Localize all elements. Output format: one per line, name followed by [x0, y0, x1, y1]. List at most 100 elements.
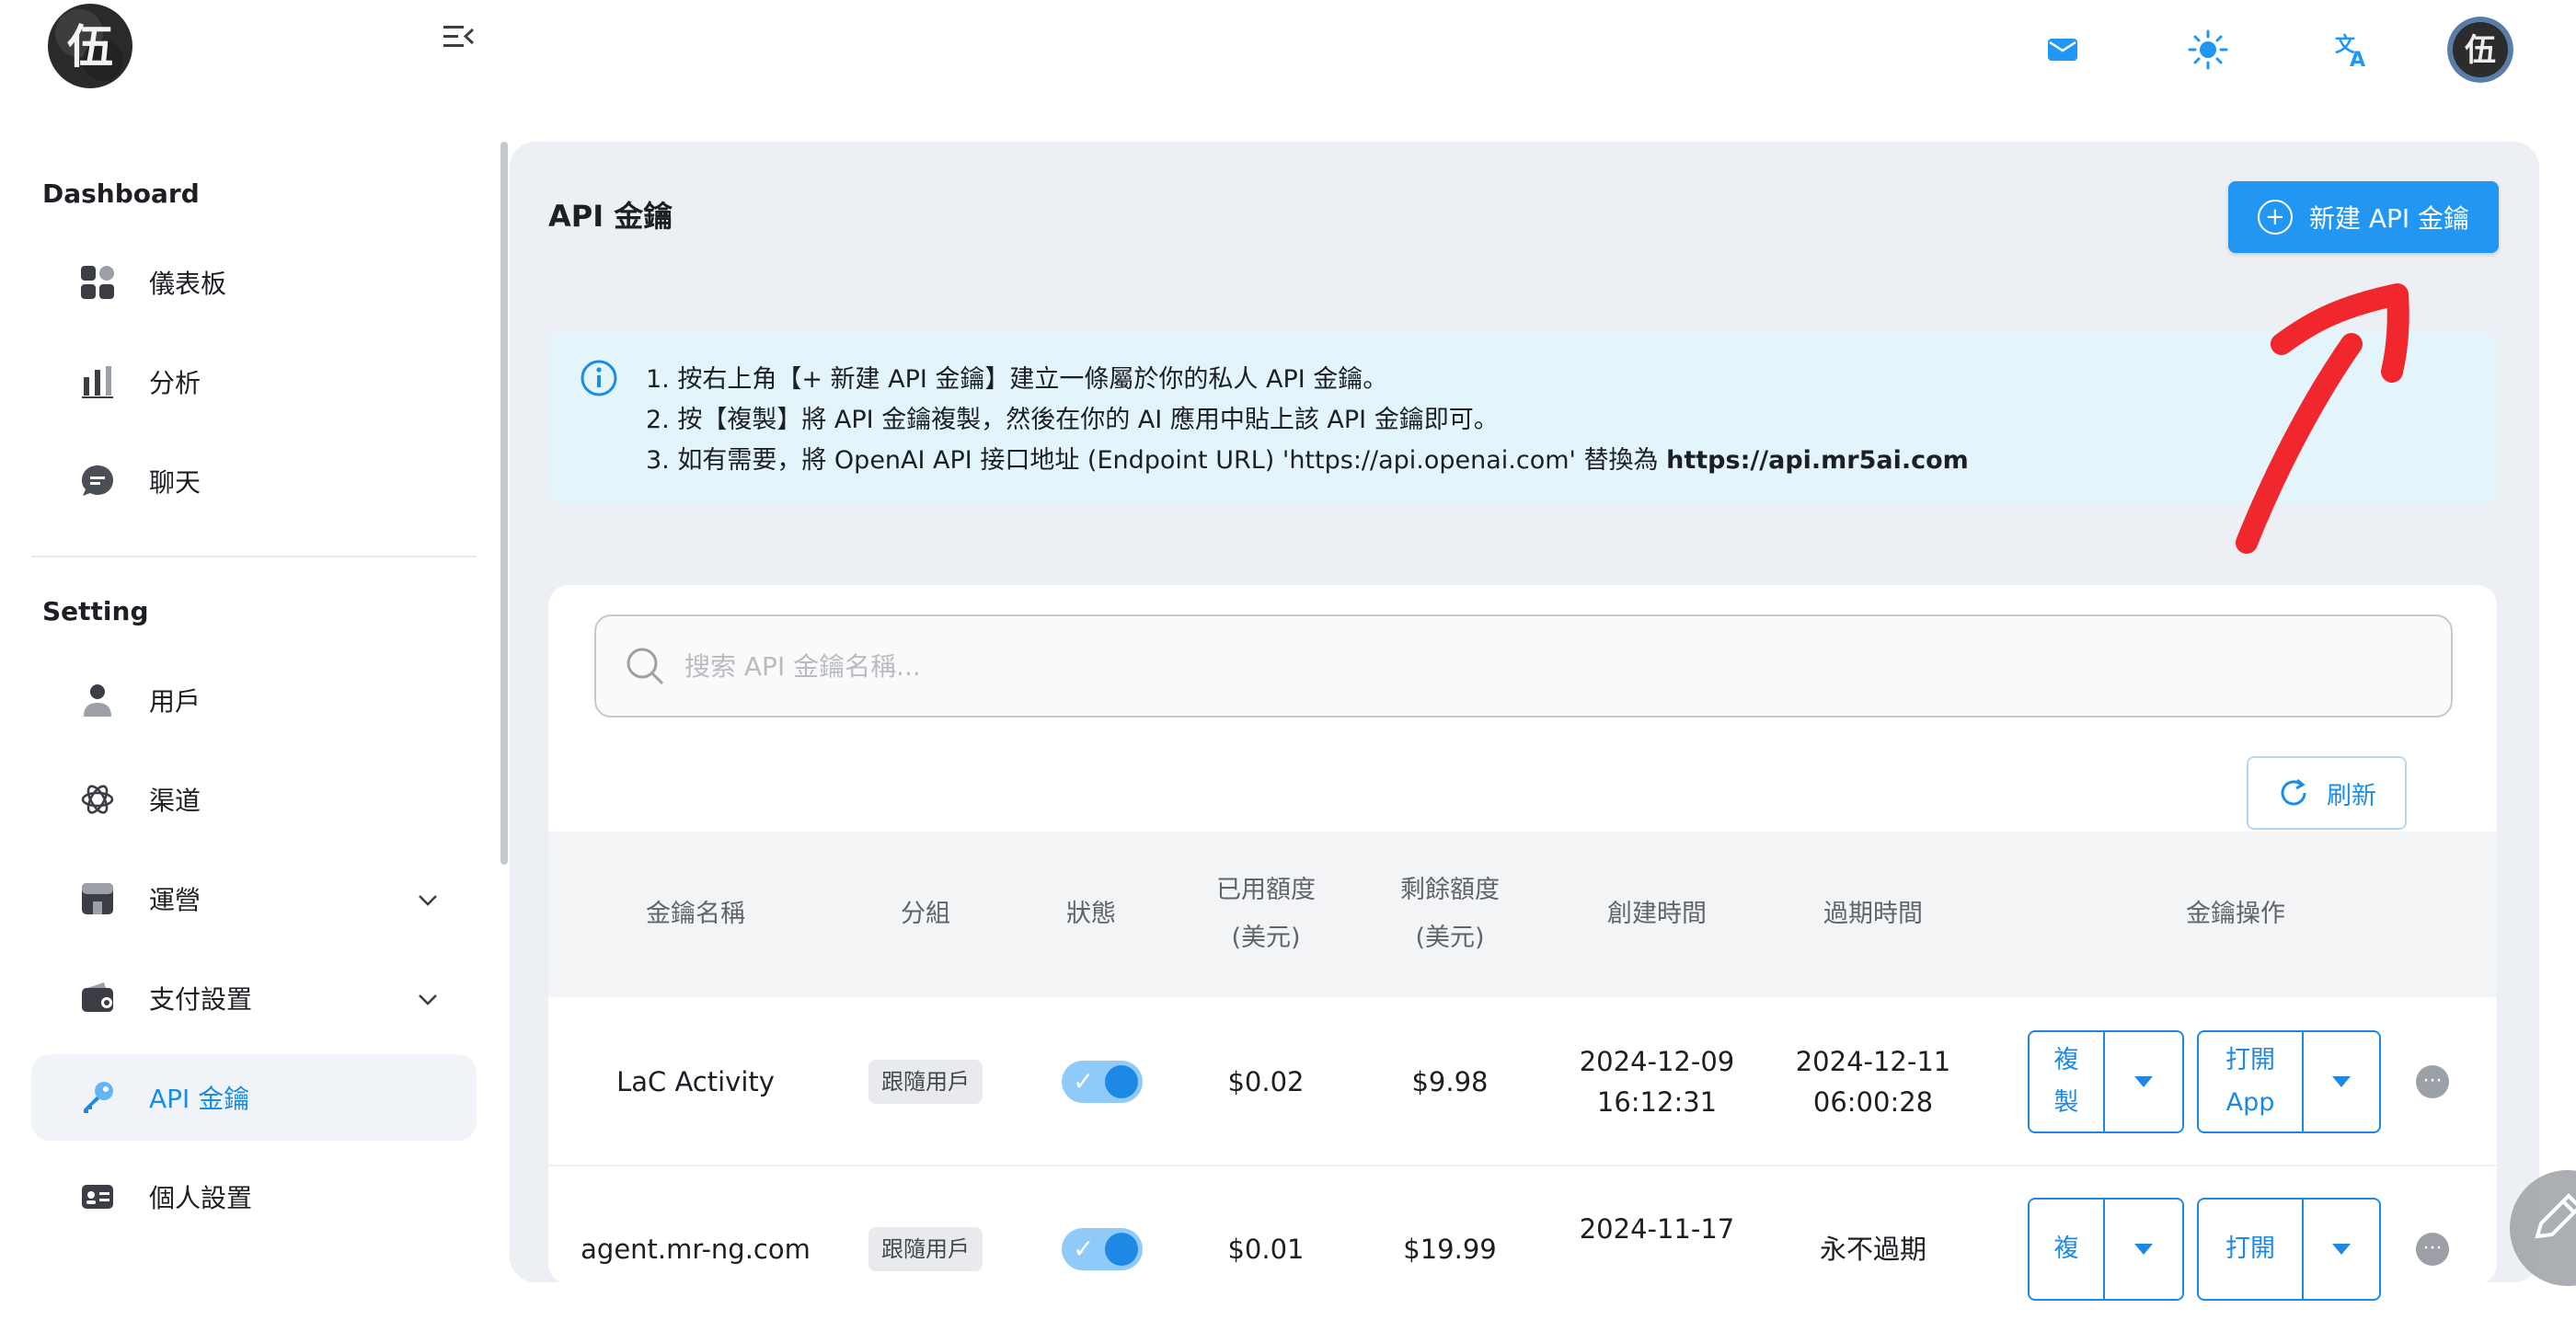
col-group[interactable]: 分組 [843, 890, 1008, 938]
pencil-icon [2535, 1193, 2576, 1239]
search-box[interactable] [594, 614, 2453, 718]
user-icon [79, 682, 116, 718]
col-created-time[interactable]: 創建時間 [1542, 890, 1772, 938]
new-api-key-button[interactable]: + 新建 API 金鑰 [2228, 181, 2499, 253]
sidebar-item-channels[interactable]: 渠道 [31, 756, 477, 843]
info-line-2: 2. 按【複製】將 API 金鑰複製，然後在你的 AI 應用中貼上該 API 金… [646, 406, 1499, 434]
used-quota: $0.02 [1227, 1066, 1305, 1097]
copy-button[interactable]: 複 製 [2030, 1032, 2103, 1131]
table-row: agent.mr-ng.com 跟隨用戶 ✓ $0.01 $19.99 2024… [548, 1166, 2497, 1332]
col-used-quota[interactable]: 已用額度 (美元) [1174, 867, 1358, 962]
info-icon [580, 359, 618, 397]
copy-dropdown-button[interactable] [2103, 1032, 2182, 1131]
toggle-knob [1105, 1233, 1138, 1266]
refresh-button[interactable]: 刷新 [2247, 756, 2407, 830]
open-label-2: App [2225, 1088, 2275, 1117]
translate-icon[interactable]: 文 A [2322, 20, 2381, 79]
endpoint-url: https://api.mr5ai.com [1666, 446, 1969, 475]
check-icon: ✓ [1073, 1066, 1095, 1097]
col-remaining-quota-label: 剩餘額度 [1400, 876, 1500, 904]
info-line-3-text: 3. 如有需要，將 OpenAI API 接口地址 (Endpoint URL)… [646, 446, 1667, 475]
col-remaining-quota-unit: (美元) [1415, 924, 1485, 952]
avatar[interactable]: 伍 [2447, 17, 2513, 83]
expire-date: 2024-12-11 [1795, 1046, 1951, 1077]
logo-char: 伍 [67, 19, 113, 74]
status-toggle[interactable]: ✓ [1062, 1228, 1143, 1270]
copy-label-2: 製 [2053, 1088, 2079, 1117]
copy-label-1: 複 [2053, 1046, 2079, 1074]
expire-time: 2024-12-11 06:00:28 [1772, 1041, 1974, 1122]
open-app-split-button: 打開 [2197, 1198, 2381, 1301]
sun-icon[interactable] [2179, 20, 2237, 79]
copy-button[interactable]: 複 [2030, 1200, 2103, 1299]
caret-down-icon [2332, 1076, 2351, 1087]
sidebar-item-analytics[interactable]: 分析 [31, 339, 477, 425]
open-label-1: 打開 [2225, 1234, 2275, 1263]
sidebar-item-chat[interactable]: 聊天 [31, 438, 477, 524]
sidebar-item-users[interactable]: 用戶 [31, 657, 477, 743]
col-key-actions: 金鑰操作 [2186, 900, 2285, 928]
created-time: 2024-12-09 16:12:31 [1542, 1041, 1772, 1122]
copy-label-1: 複 [2053, 1234, 2079, 1263]
mail-icon[interactable] [2033, 20, 2092, 79]
remaining-quota: $19.99 [1403, 1234, 1497, 1265]
sidebar-item-label: 運營 [149, 885, 201, 915]
key-icon [79, 1079, 116, 1116]
col-remaining-quota[interactable]: 剩餘額度 (美元) [1358, 867, 1542, 962]
caret-down-icon [2134, 1244, 2153, 1255]
sidebar-item-operations[interactable]: 運營 [31, 855, 477, 942]
key-name: agent.mr-ng.com [581, 1234, 811, 1265]
open-app-button[interactable]: 打開 App [2199, 1032, 2302, 1131]
created-date: 2024-12-09 [1579, 1046, 1735, 1077]
group-tag: 跟隨用戶 [868, 1060, 983, 1104]
created-time: 2024-11-17 [1542, 1209, 1772, 1249]
open-label-1: 打開 [2225, 1046, 2275, 1074]
sidebar-item-api-keys[interactable]: API 金鑰 [31, 1054, 477, 1141]
open-app-split-button: 打開 App [2197, 1030, 2381, 1133]
remaining-quota: $9.98 [1411, 1066, 1489, 1097]
sidebar-item-label: 用戶 [149, 686, 201, 717]
col-used-quota-label: 已用額度 [1216, 876, 1316, 904]
open-app-dropdown-button[interactable] [2302, 1032, 2379, 1131]
open-app-button[interactable]: 打開 [2199, 1200, 2302, 1299]
openai-icon [79, 781, 116, 818]
refresh-label: 刷新 [2327, 781, 2376, 810]
col-status[interactable]: 狀態 [1008, 890, 1174, 938]
avatar-char: 伍 [2465, 32, 2496, 69]
status-toggle[interactable]: ✓ [1062, 1061, 1143, 1103]
sidebar-scrollbar[interactable] [500, 142, 508, 865]
sidebar-item-payment-settings[interactable]: 支付設置 [31, 955, 477, 1041]
more-options-icon[interactable]: ··· [2416, 1065, 2449, 1098]
group-tag: 跟隨用戶 [868, 1227, 983, 1271]
annotation-arrow [2236, 283, 2409, 554]
sidebar-section-setting: Setting [42, 596, 149, 626]
search-input[interactable] [683, 649, 2342, 683]
search-icon [627, 648, 664, 685]
svg-text:A: A [2350, 49, 2365, 68]
more-options-icon[interactable]: ··· [2416, 1233, 2449, 1266]
chevron-down-icon [416, 888, 440, 912]
col-key-name[interactable]: 金鑰名稱 [548, 890, 843, 938]
menu-collapse-icon[interactable] [436, 18, 482, 55]
site-logo[interactable]: 伍 [42, 0, 140, 92]
sidebar-divider [31, 556, 477, 557]
used-quota: $0.01 [1227, 1234, 1305, 1265]
col-expire-time[interactable]: 過期時間 [1772, 890, 1974, 938]
open-app-dropdown-button[interactable] [2302, 1200, 2379, 1299]
id-card-icon [79, 1178, 116, 1215]
col-used-quota-unit: (美元) [1231, 924, 1301, 952]
sidebar-section-dashboard: Dashboard [42, 178, 200, 209]
key-name: LaC Activity [616, 1066, 775, 1097]
store-icon [79, 880, 116, 917]
sidebar-item-label: 個人設置 [149, 1183, 253, 1213]
created-clock: 16:12:31 [1596, 1086, 1718, 1118]
bar-chart-icon [79, 363, 116, 400]
sidebar-item-dashboard[interactable]: 儀表板 [31, 239, 477, 326]
wallet-icon [79, 980, 116, 1016]
sidebar-item-label: API 金鑰 [149, 1084, 250, 1114]
sidebar-item-label: 聊天 [149, 467, 201, 498]
info-line-1: 1. 按右上角【+ 新建 API 金鑰】建立一條屬於你的私人 API 金鑰。 [646, 365, 1388, 394]
sidebar-item-personal-settings[interactable]: 個人設置 [31, 1154, 477, 1240]
copy-dropdown-button[interactable] [2103, 1200, 2182, 1299]
chevron-down-icon [416, 987, 440, 1011]
